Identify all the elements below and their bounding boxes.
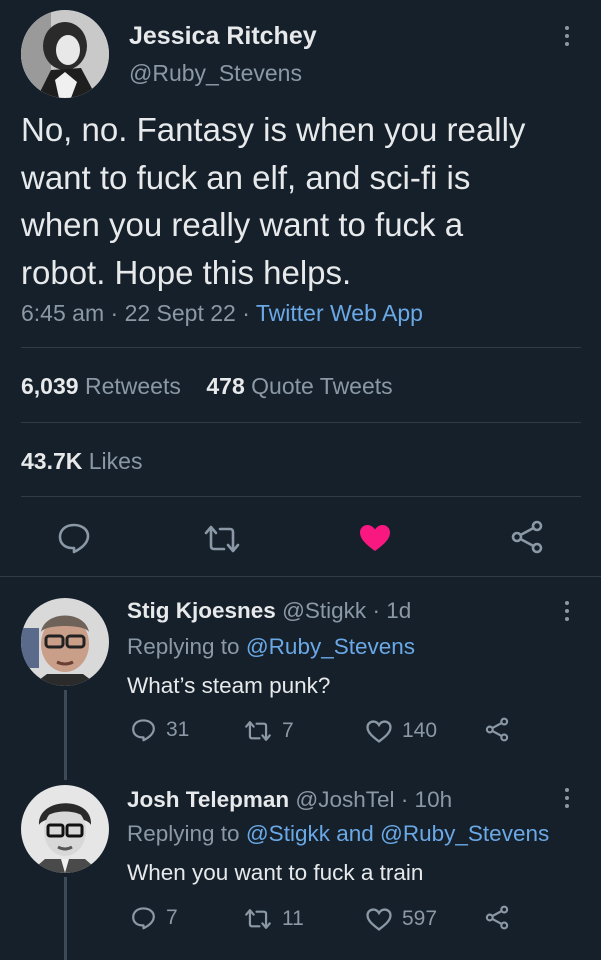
tweet-text-line: when you really want to fuck a	[21, 206, 464, 243]
reply-author-avatar[interactable]	[21, 598, 109, 686]
reply-icon	[132, 907, 155, 930]
tweet-time[interactable]: 6:45 am	[21, 300, 104, 326]
reply-like-button[interactable]: 597	[366, 907, 437, 931]
retweets-link[interactable]: 6,039 Retweets	[21, 373, 181, 399]
replying-mention[interactable]: @Ruby_Stevens	[246, 634, 415, 659]
retweet-icon	[245, 909, 271, 929]
replying-prefix: Replying to	[127, 821, 240, 846]
quotes-link[interactable]: 478 Quote Tweets	[206, 373, 392, 399]
replying-and: and	[336, 821, 374, 846]
tweet-text-line: want to fuck an elf, and sci-fi is	[21, 158, 471, 196]
reply-reply-button[interactable]: 7	[131, 906, 178, 930]
quotes-count: 478	[206, 373, 245, 399]
author-avatar[interactable]	[21, 10, 109, 98]
retweet-count: 7	[282, 719, 294, 742]
like-button[interactable]	[358, 523, 392, 553]
retweets-count: 6,039	[21, 373, 79, 399]
reply-author-name[interactable]: Josh Telepman	[127, 787, 289, 812]
like-count: 597	[402, 907, 438, 930]
reply-author-name[interactable]: Stig Kjoesnes	[127, 598, 276, 623]
retweet-icon	[204, 525, 240, 553]
reply-author-handle[interactable]: @JoshTel	[295, 787, 394, 812]
likes-count: 43.7K	[21, 448, 83, 474]
reply-author-avatar[interactable]	[21, 785, 109, 873]
divider	[21, 422, 581, 423]
reply-text: What’s steam punk?	[127, 673, 331, 698]
retweet-button[interactable]	[203, 524, 241, 554]
meta-separator: ·	[110, 300, 119, 326]
retweet-stats: 6,039 Retweets 478 Quote Tweets	[21, 373, 393, 400]
more-options-icon[interactable]	[557, 784, 577, 814]
tweet-date[interactable]: 22 Sept 22	[125, 300, 236, 326]
replying-mention[interactable]: @Ruby_Stevens	[380, 821, 549, 846]
reply-author-handle[interactable]: @Stigkk	[282, 598, 366, 623]
reply-share-button[interactable]	[484, 717, 510, 742]
like-count: 140	[402, 719, 438, 742]
replying-to: Replying to @Stigkk and @Ruby_Stevens	[127, 821, 549, 847]
reply-time[interactable]: · 10h	[401, 787, 452, 812]
tweet-source[interactable]: Twitter Web App	[256, 300, 423, 326]
more-options-icon[interactable]	[557, 597, 577, 627]
more-options-icon[interactable]	[557, 22, 577, 52]
reply-button[interactable]	[57, 522, 91, 554]
reply-text: When you want to fuck a train	[127, 860, 424, 885]
replying-prefix: Replying to	[127, 634, 240, 659]
likes-label: Likes	[88, 448, 143, 474]
share-button[interactable]	[509, 520, 545, 554]
reply-header: Stig Kjoesnes @Stigkk · 1d	[127, 598, 411, 624]
share-icon	[485, 905, 509, 930]
divider	[0, 576, 601, 577]
avatar-photo	[21, 785, 109, 873]
retweets-label: Retweets	[84, 373, 181, 399]
author-name[interactable]: Jessica Ritchey	[129, 22, 317, 51]
reply-count: 31	[166, 718, 190, 741]
tweet-text-line: robot. Hope this helps.	[21, 253, 352, 291]
avatar-photo	[21, 10, 109, 98]
reply-like-button[interactable]: 140	[366, 719, 437, 743]
quotes-label: Quote Tweets	[251, 373, 393, 399]
avatar-photo	[21, 598, 109, 686]
share-icon	[511, 520, 543, 554]
reply-icon	[132, 719, 155, 742]
reply-icon	[58, 523, 90, 554]
retweet-count: 11	[282, 907, 304, 930]
divider	[21, 496, 581, 497]
likes-link[interactable]: 43.7K Likes	[21, 448, 142, 475]
reply-retweet-button[interactable]: 7	[244, 719, 294, 743]
author-handle[interactable]: @Ruby_Stevens	[129, 60, 302, 87]
tweet-meta: 6:45 am · 22 Sept 22 · Twitter Web App	[21, 300, 423, 327]
heart-icon	[366, 719, 392, 743]
heart-filled-icon	[360, 525, 390, 551]
reply-share-button[interactable]	[484, 905, 510, 930]
retweet-icon	[245, 721, 271, 741]
reply-retweet-button[interactable]: 11	[244, 907, 304, 931]
divider	[21, 347, 581, 348]
thread-line	[64, 877, 67, 960]
tweet-text: No, no. Fantasy is when you really want …	[21, 106, 591, 296]
replying-mention[interactable]: @Stigkk	[246, 821, 330, 846]
meta-separator: ·	[242, 300, 250, 326]
heart-icon	[366, 907, 392, 931]
reply-count: 7	[166, 906, 178, 929]
replying-to: Replying to @Ruby_Stevens	[127, 634, 415, 660]
tweet-text-line: No, no. Fantasy is when you really	[21, 111, 526, 148]
share-icon	[485, 717, 509, 742]
reply-time[interactable]: · 1d	[372, 598, 411, 623]
reply-reply-button[interactable]: 31	[131, 718, 189, 742]
reply-header: Josh Telepman @JoshTel · 10h	[127, 787, 452, 813]
thread-line	[64, 690, 67, 780]
